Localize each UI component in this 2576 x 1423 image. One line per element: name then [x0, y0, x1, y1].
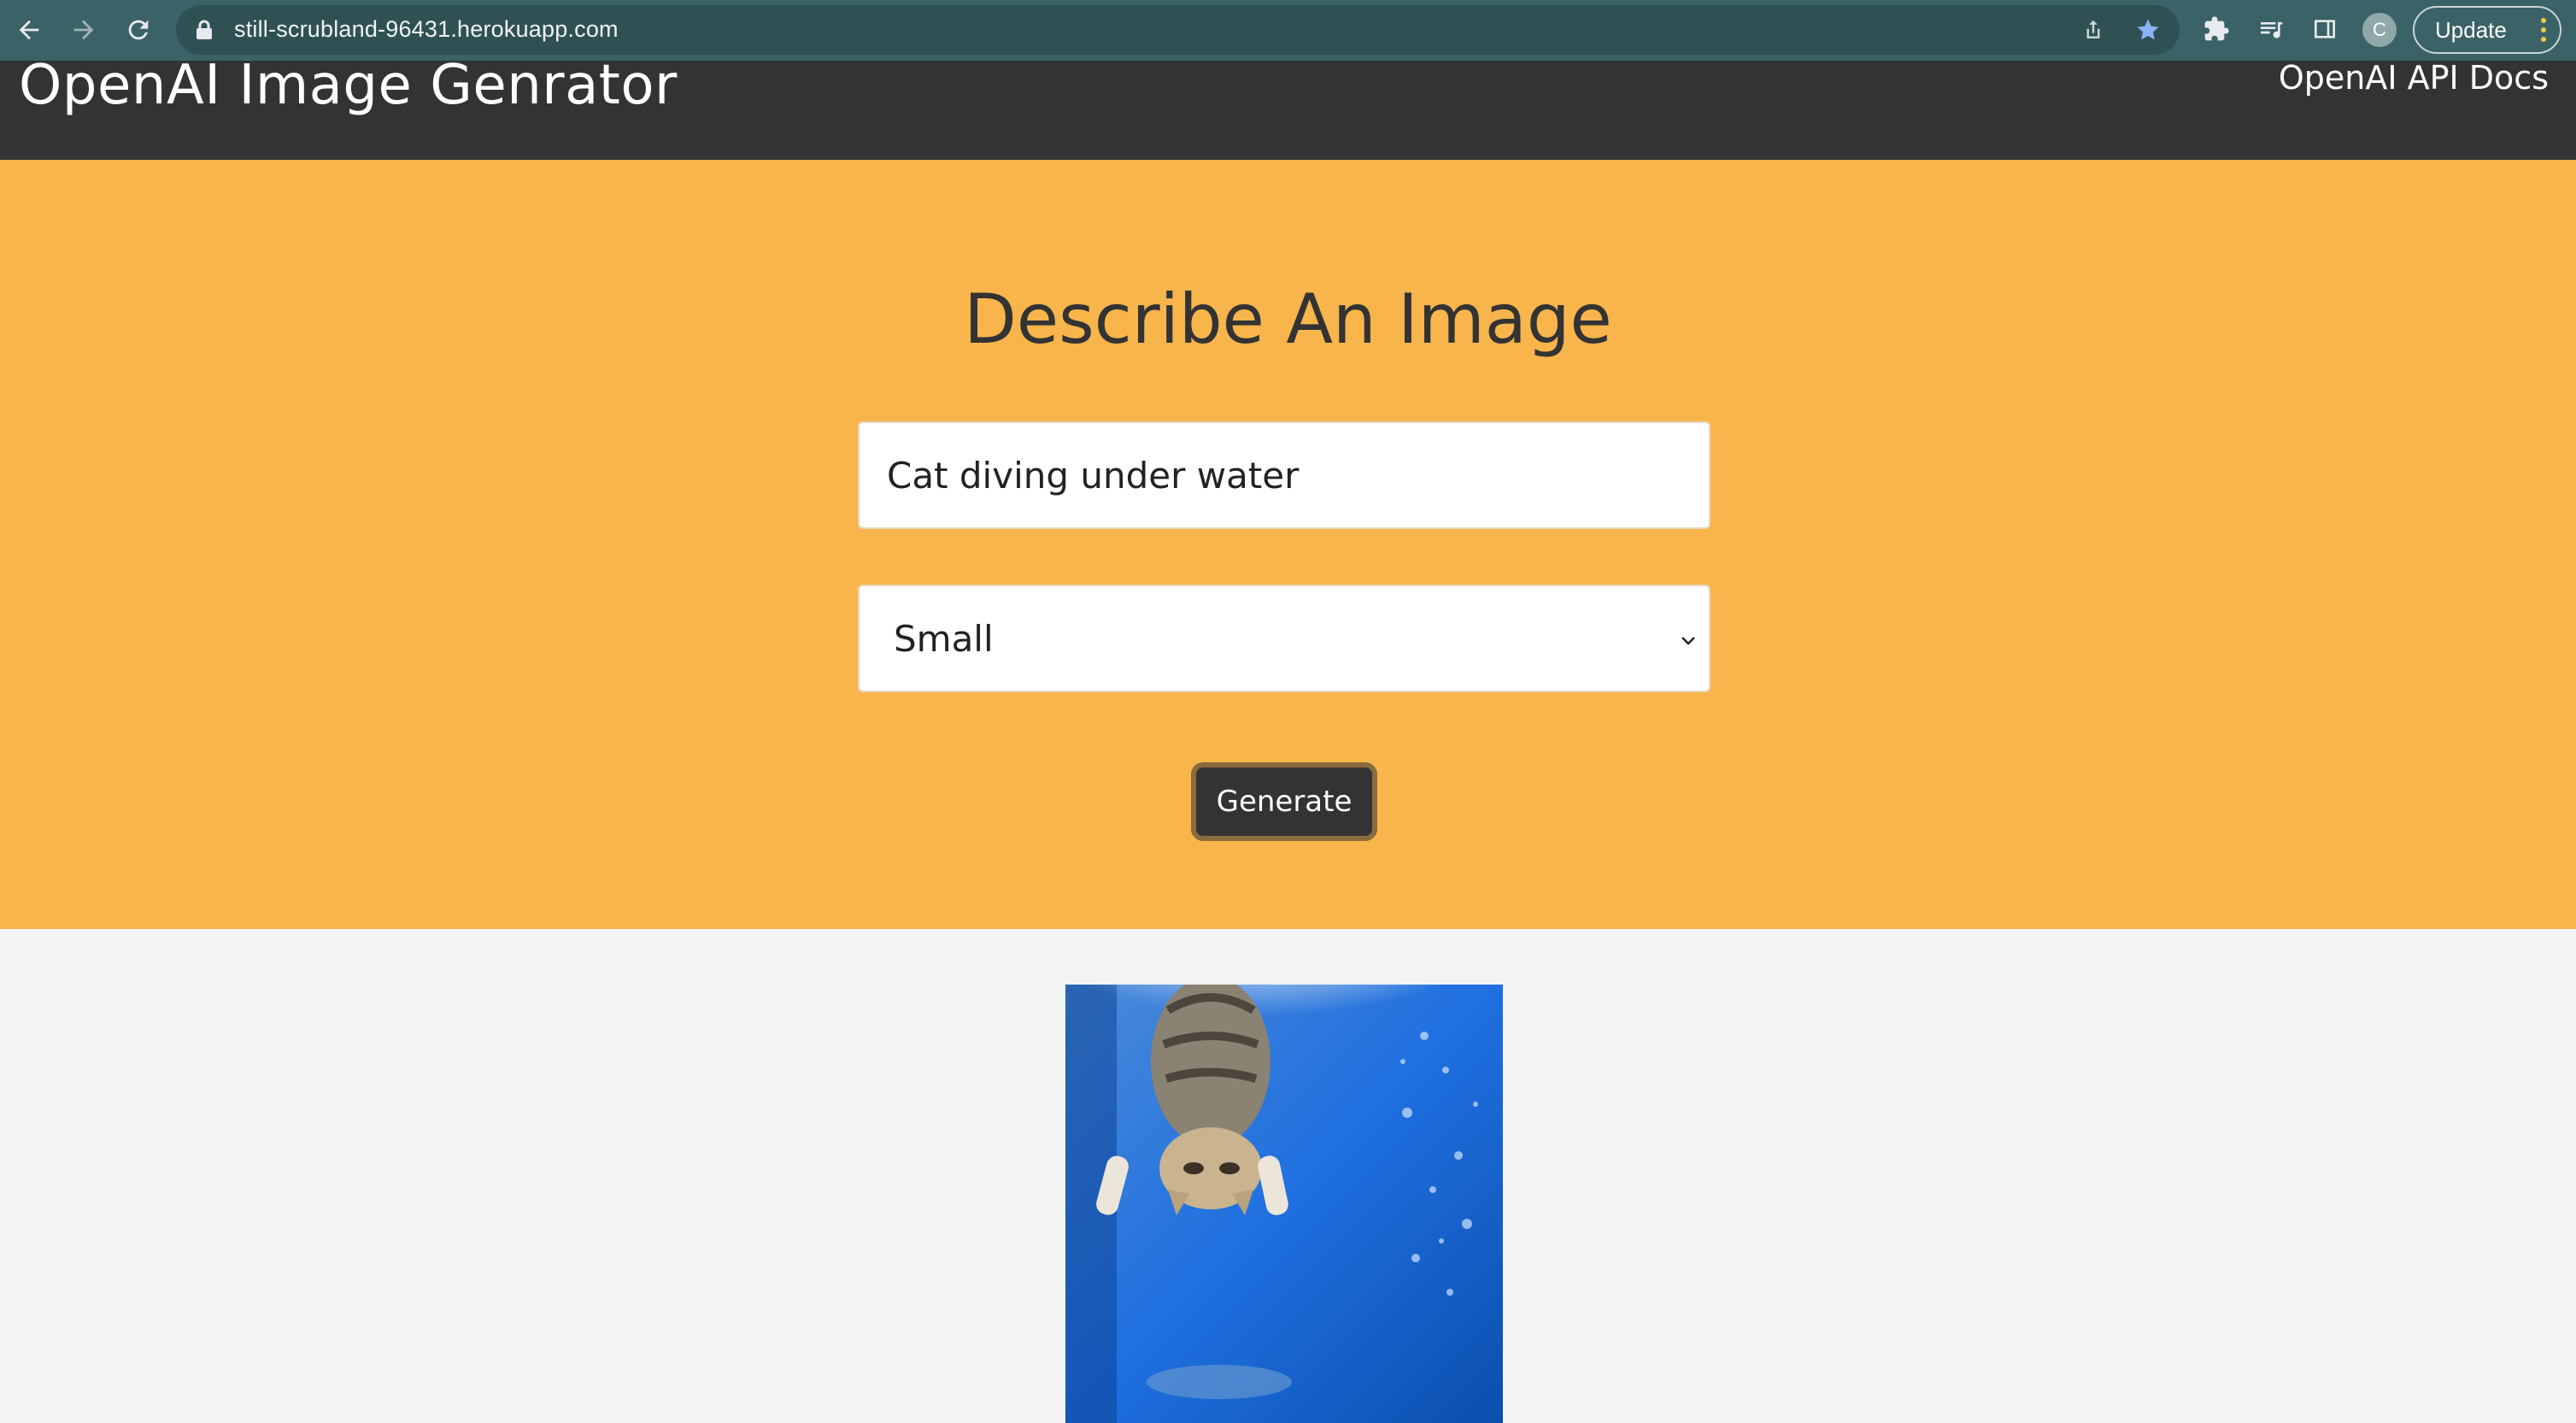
- generate-button[interactable]: Generate: [1191, 762, 1377, 841]
- api-docs-link[interactable]: OpenAI API Docs: [2279, 59, 2549, 97]
- extensions-button[interactable]: [2199, 12, 2233, 46]
- app-header: OpenAI Image Genrator OpenAI API Docs: [0, 54, 2576, 160]
- puzzle-icon: [2204, 16, 2229, 41]
- generated-image: [1065, 985, 1503, 1423]
- prompt-input[interactable]: [858, 421, 1710, 529]
- profile-avatar[interactable]: C: [2362, 13, 2397, 47]
- update-label: Update: [2435, 16, 2507, 43]
- bookmark-button[interactable]: [2133, 15, 2163, 45]
- arrow-left-icon: [19, 20, 39, 40]
- media-queue-icon: [2261, 22, 2283, 38]
- reload-button[interactable]: [114, 6, 162, 54]
- star-icon: [2137, 19, 2159, 40]
- media-control-button[interactable]: [2254, 12, 2288, 46]
- url-text: still-scrubland-96431.herokuapp.com: [234, 16, 619, 42]
- update-button[interactable]: Update: [2413, 6, 2561, 54]
- forward-button[interactable]: [60, 6, 108, 54]
- back-button[interactable]: [5, 6, 53, 54]
- more-menu-icon: [2541, 18, 2548, 44]
- cat-diving-image: [1065, 985, 1503, 1423]
- reload-icon: [128, 20, 149, 40]
- lock-icon: [197, 20, 212, 39]
- side-panel-button[interactable]: [2308, 12, 2342, 46]
- share-button[interactable]: [2078, 15, 2109, 45]
- brand-title: OpenAI Image Genrator: [19, 54, 678, 117]
- showcase-section: Describe An Image Small Generate: [0, 160, 2576, 929]
- share-icon: [2086, 20, 2100, 38]
- size-selected-value: Small: [894, 617, 994, 660]
- browser-toolbar: still-scrubland-96431.herokuapp.com C Up…: [0, 0, 2576, 61]
- size-select[interactable]: Small: [858, 585, 1710, 692]
- arrow-right-icon: [73, 20, 94, 40]
- address-bar[interactable]: still-scrubland-96431.herokuapp.com: [176, 5, 2180, 55]
- side-panel-icon: [2315, 20, 2335, 38]
- chevron-down-icon: [1681, 637, 1695, 645]
- form-heading: Describe An Image: [964, 279, 1612, 359]
